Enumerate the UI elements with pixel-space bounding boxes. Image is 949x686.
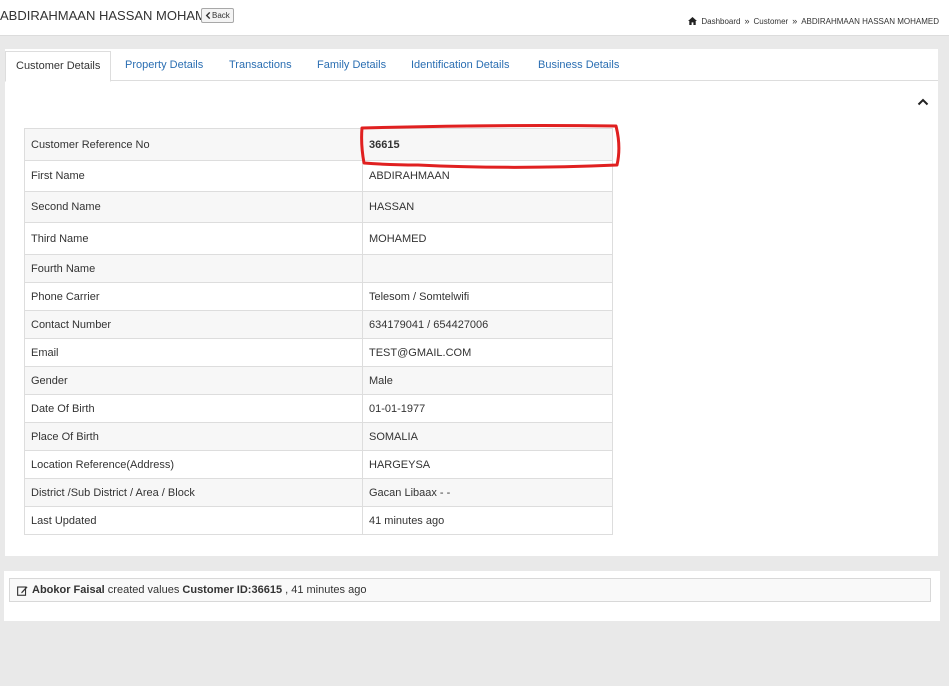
tab-family-details[interactable]: Family Details [317, 59, 386, 71]
table-row: Customer Reference No 36615 [24, 128, 613, 161]
row-label: First Name [24, 160, 363, 192]
row-label: Location Reference(Address) [24, 450, 363, 479]
row-value: MOHAMED [362, 222, 613, 255]
customer-reference-value: 36615 [362, 128, 613, 161]
table-row: Place Of Birth SOMALIA [24, 422, 613, 451]
table-row: First Name ABDIRAHMAAN [24, 160, 613, 192]
tab-identification-details[interactable]: Identification Details [411, 59, 509, 71]
tab-bar: Customer Details Property Details Transa… [5, 49, 938, 82]
table-row: Phone Carrier Telesom / Somtelwifi [24, 282, 613, 311]
row-label: Last Updated [24, 506, 363, 535]
row-value: ABDIRAHMAAN [362, 160, 613, 192]
row-value: 634179041 / 654427006 [362, 310, 613, 339]
chevron-up-icon[interactable] [917, 97, 929, 107]
row-label: Phone Carrier [24, 282, 363, 311]
breadcrumb-separator: » [744, 16, 750, 26]
table-row: Location Reference(Address) HARGEYSA [24, 450, 613, 479]
table-row: Fourth Name [24, 254, 613, 283]
home-icon [688, 17, 698, 25]
row-value: TEST@GMAIL.COM [362, 338, 613, 367]
activity-target: Customer ID:36615 [182, 584, 283, 596]
activity-log-item: Abokor Faisal created values Customer ID… [9, 578, 931, 602]
tab-business-details[interactable]: Business Details [538, 59, 619, 71]
activity-panel: Abokor Faisal created values Customer ID… [4, 571, 940, 621]
row-label: Date Of Birth [24, 394, 363, 423]
activity-action: created values [104, 584, 183, 596]
row-value: SOMALIA [362, 422, 613, 451]
top-bar: ABDIRAHMAAN HASSAN MOHAMED Back Dashboar… [0, 0, 949, 36]
activity-user: Abokor Faisal [32, 584, 105, 596]
table-row: District /Sub District / Area / Block Ga… [24, 478, 613, 507]
table-row: Email TEST@GMAIL.COM [24, 338, 613, 367]
breadcrumb-customer[interactable]: Customer [754, 17, 789, 26]
breadcrumb-separator: » [792, 16, 798, 26]
table-row: Second Name HASSAN [24, 191, 613, 223]
table-row: Last Updated 41 minutes ago [24, 506, 613, 535]
breadcrumb: Dashboard » Customer » ABDIRAHMAAN HASSA… [688, 16, 939, 26]
back-button-label: Back [212, 11, 230, 20]
table-row: Gender Male [24, 366, 613, 395]
row-label: Third Name [24, 222, 363, 255]
tab-transactions[interactable]: Transactions [229, 59, 292, 71]
table-row: Date Of Birth 01-01-1977 [24, 394, 613, 423]
customer-details-table: Customer Reference No 36615 First Name A… [24, 128, 613, 535]
row-label: Place Of Birth [24, 422, 363, 451]
tab-customer-details[interactable]: Customer Details [5, 51, 112, 82]
row-value: Telesom / Somtelwifi [362, 282, 613, 311]
row-label: District /Sub District / Area / Block [24, 478, 363, 507]
row-value: HASSAN [362, 191, 613, 223]
activity-time: , 41 minutes ago [282, 584, 367, 596]
row-label: Contact Number [24, 310, 363, 339]
back-button[interactable]: Back [201, 8, 234, 23]
edit-icon [17, 585, 28, 596]
row-value: 01-01-1977 [362, 394, 613, 423]
row-value: Gacan Libaax - - [362, 478, 613, 507]
row-value [362, 254, 613, 283]
row-value: HARGEYSA [362, 450, 613, 479]
breadcrumb-current: ABDIRAHMAAN HASSAN MOHAMED [801, 16, 939, 26]
row-label: Gender [24, 366, 363, 395]
row-label: Fourth Name [24, 254, 363, 283]
row-label: Customer Reference No [24, 128, 363, 161]
table-row: Contact Number 634179041 / 654427006 [24, 310, 613, 339]
table-row: Third Name MOHAMED [24, 222, 613, 255]
row-value: Male [362, 366, 613, 395]
row-value: 41 minutes ago [362, 506, 613, 535]
tab-property-details[interactable]: Property Details [125, 59, 203, 71]
page-title: ABDIRAHMAAN HASSAN MOHAMED [0, 8, 224, 23]
chevron-left-icon [205, 12, 211, 19]
breadcrumb-dashboard[interactable]: Dashboard [701, 17, 740, 26]
row-label: Second Name [24, 191, 363, 223]
customer-details-panel: Customer Details Property Details Transa… [5, 49, 938, 556]
row-label: Email [24, 338, 363, 367]
